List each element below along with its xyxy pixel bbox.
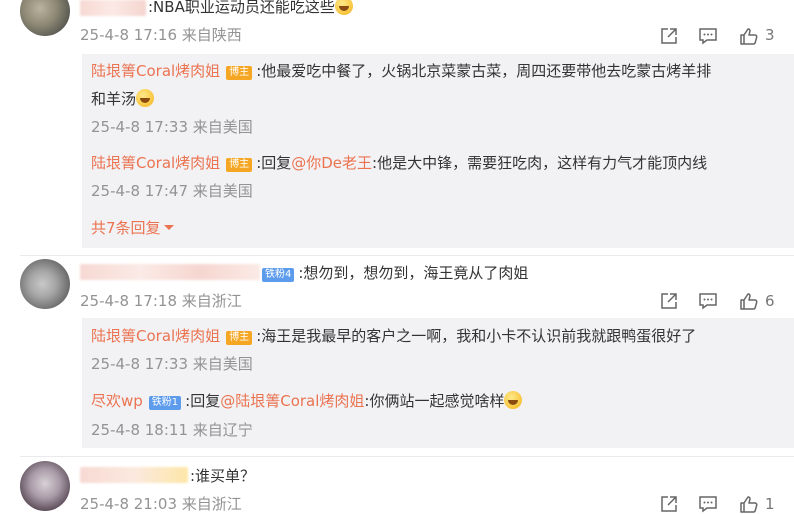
thumbs-up-icon[interactable] xyxy=(739,26,761,46)
reply-author[interactable]: 尽欢wp xyxy=(91,392,143,410)
reply-time: 25-4-8 18:11 xyxy=(91,421,188,439)
comment-icon[interactable] xyxy=(698,291,720,311)
comment-time: 25-4-8 17:18 xyxy=(80,292,177,310)
like-count: 3 xyxy=(765,26,775,44)
avatar[interactable] xyxy=(20,0,70,36)
comment-time: 25-4-8 21:03 xyxy=(80,495,177,513)
comment-time: 25-4-8 17:16 xyxy=(80,26,177,44)
blogger-badge: 博主 xyxy=(226,158,253,172)
comment-text: :NBA职业运动员还能吃这些 xyxy=(148,0,353,17)
mention-link[interactable]: @陆垠箐Coral烤肉姐 xyxy=(220,392,364,410)
comment-location: 来自陕西 xyxy=(181,26,242,44)
reply-meta: 25-4-8 18:11 来自辽宁 xyxy=(91,420,253,440)
laughing-emoji-icon xyxy=(504,391,523,409)
like-count: 6 xyxy=(765,292,775,310)
reply-time: 25-4-8 17:33 xyxy=(91,355,188,373)
reply-author[interactable]: 陆垠箐Coral烤肉姐 xyxy=(91,62,220,80)
reply-item: 陆垠箐Coral烤肉姐 博主:回复@你De老王:他是大中锋，需要狂吃肉，这样有力气… xyxy=(91,154,708,172)
avatar[interactable] xyxy=(20,259,70,309)
comment-meta: 25-4-8 21:03 来自浙江 xyxy=(80,494,242,514)
reply-item: 陆垠箐Coral烤肉姐 博主:他最爱吃中餐了，火锅北京菜蒙古菜，周四还要带他去吃蒙… xyxy=(91,62,712,80)
reply-item: 尽欢wp 铁粉1:回复@陆垠箐Coral烤肉姐:你俩站一起感觉啥样 xyxy=(91,391,523,411)
reply-text-cont: 和羊汤 xyxy=(91,89,155,109)
reply-time: 25-4-8 17:47 xyxy=(91,182,188,200)
comment-location: 来自浙江 xyxy=(181,495,242,513)
share-icon[interactable] xyxy=(659,291,681,311)
comment-text: 铁粉4:想勿到，想勿到，海王竟从了肉姐 xyxy=(260,263,528,283)
reply-list xyxy=(82,54,794,248)
reply-author[interactable]: 陆垠箐Coral烤肉姐 xyxy=(91,327,220,345)
comment-icon[interactable] xyxy=(698,26,720,46)
fan-badge: 铁粉4 xyxy=(262,268,295,282)
reply-author[interactable]: 陆垠箐Coral烤肉姐 xyxy=(91,154,220,172)
avatar[interactable] xyxy=(20,461,70,511)
fan-badge: 铁粉1 xyxy=(148,396,182,410)
reply-meta: 25-4-8 17:33 来自美国 xyxy=(91,117,253,137)
username-blurred[interactable] xyxy=(80,0,146,16)
blogger-badge: 博主 xyxy=(226,331,253,345)
thumbs-up-icon[interactable] xyxy=(739,291,761,311)
share-icon[interactable] xyxy=(659,26,681,46)
comment-location: 来自浙江 xyxy=(181,292,242,310)
like-count: 1 xyxy=(765,495,775,513)
mention-link[interactable]: @你De老王 xyxy=(291,154,372,172)
divider xyxy=(20,456,794,457)
comment-meta: 25-4-8 17:18 来自浙江 xyxy=(80,291,242,311)
reply-time: 25-4-8 17:33 xyxy=(91,118,188,136)
reply-meta: 25-4-8 17:47 来自美国 xyxy=(91,181,253,201)
username-blurred[interactable] xyxy=(80,264,260,280)
blogger-badge: 博主 xyxy=(226,66,253,80)
reply-location: 来自美国 xyxy=(192,182,253,200)
reply-location: 来自辽宁 xyxy=(192,421,253,439)
thumbs-up-icon[interactable] xyxy=(739,494,761,514)
username-blurred[interactable] xyxy=(80,467,188,483)
share-icon[interactable] xyxy=(659,494,681,514)
comment-text: :谁买单？ xyxy=(190,467,256,485)
comment-icon[interactable] xyxy=(698,494,720,514)
reply-location: 来自美国 xyxy=(192,118,253,136)
reply-meta: 25-4-8 17:33 来自美国 xyxy=(91,354,253,374)
laughing-emoji-icon xyxy=(136,89,155,107)
reply-location: 来自美国 xyxy=(192,355,253,373)
laughing-emoji-icon xyxy=(334,0,353,15)
divider xyxy=(20,255,794,256)
more-replies-link[interactable]: 共7条回复 xyxy=(91,218,174,238)
reply-item: 陆垠箐Coral烤肉姐 博主:海王是我最早的客户之一啊，我和小卡不认识前我就跟鸭蛋… xyxy=(91,327,697,345)
comment-meta: 25-4-8 17:16 来自陕西 xyxy=(80,25,242,45)
caret-down-icon xyxy=(163,225,174,230)
